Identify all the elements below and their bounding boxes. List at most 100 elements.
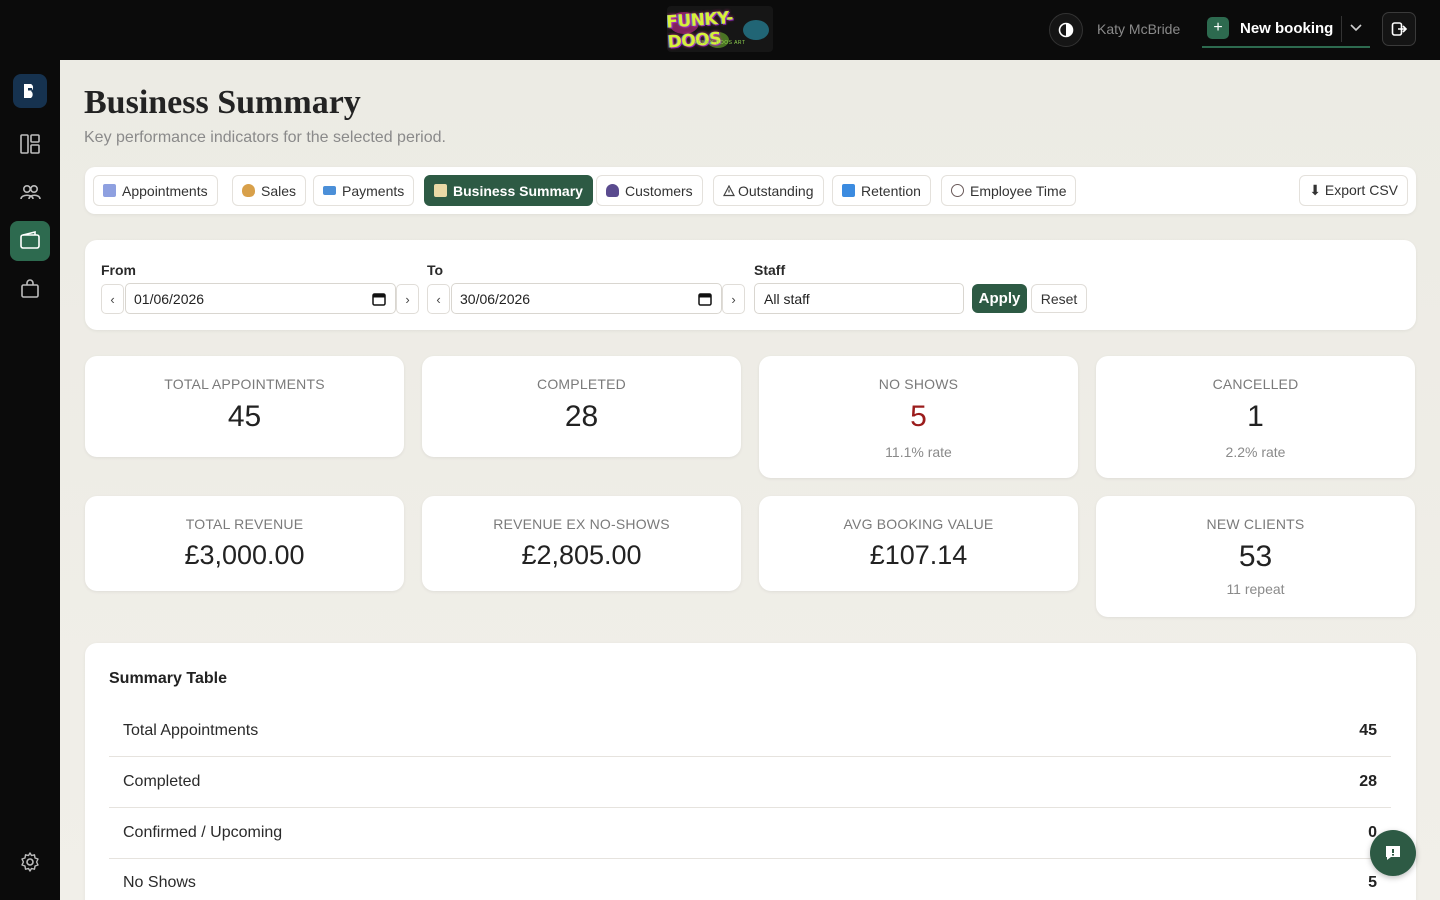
- plus-icon: +: [1207, 17, 1229, 39]
- row-value: 45: [1359, 722, 1377, 739]
- sidebar-item-reports[interactable]: [10, 221, 50, 261]
- sidebar-item-shop[interactable]: [10, 269, 50, 309]
- staff-select[interactable]: All staff: [754, 283, 964, 314]
- staff-label: Staff: [754, 262, 786, 278]
- chat-icon: [1386, 846, 1400, 860]
- tab-label: Employee Time: [970, 182, 1067, 199]
- row-value: 28: [1359, 773, 1377, 790]
- table-row: Completed 28: [109, 757, 1391, 808]
- top-bar: FUNKY-DOOS FUNKY DOOS ART Katy McBride +…: [0, 0, 1440, 60]
- from-date-input[interactable]: 01/06/2026: [125, 283, 396, 314]
- kpi-label: NEW CLIENTS: [1206, 516, 1305, 532]
- kpi-sub: 11 repeat: [1226, 581, 1285, 597]
- table-row: Confirmed / Upcoming 0: [109, 808, 1391, 859]
- row-value: 5: [1368, 874, 1377, 891]
- summary-table: Summary Table Total Appointments 45 Comp…: [85, 643, 1416, 900]
- report-tabs: Appointments Sales Payments Business Sum…: [85, 167, 1416, 214]
- money-bag-icon: [242, 184, 255, 197]
- tab-sales[interactable]: Sales: [232, 175, 307, 206]
- user-name[interactable]: Katy McBride: [1097, 21, 1180, 37]
- tab-appointments[interactable]: Appointments: [93, 175, 218, 206]
- tab-employee-time[interactable]: Employee Time: [941, 175, 1077, 206]
- sidebar-item-settings[interactable]: [10, 842, 50, 882]
- from-label: From: [101, 262, 136, 278]
- bar-chart-icon: [434, 184, 447, 197]
- tab-label: Payments: [342, 182, 405, 199]
- new-booking-button[interactable]: + New booking: [1202, 10, 1370, 48]
- kpi-total-revenue: TOTAL REVENUE £3,000.00: [85, 496, 404, 591]
- kpi-label: TOTAL APPOINTMENTS: [164, 376, 325, 392]
- clock-icon: [951, 184, 964, 197]
- kpi-cancelled: CANCELLED 1 2.2% rate: [1096, 356, 1415, 478]
- app-brand-icon[interactable]: [13, 74, 47, 108]
- export-csv-button[interactable]: ⬇ Export CSV: [1299, 175, 1408, 206]
- to-prev-button[interactable]: ‹: [427, 284, 450, 314]
- kpi-label: REVENUE EX NO-SHOWS: [493, 516, 670, 532]
- to-date-input[interactable]: 30/06/2026: [451, 283, 722, 314]
- kpi-completed: COMPLETED 28: [422, 356, 741, 457]
- kpi-label: CANCELLED: [1212, 376, 1299, 392]
- tab-payments[interactable]: Payments: [313, 175, 415, 206]
- theme-toggle-button[interactable]: [1049, 13, 1083, 47]
- brand-logo[interactable]: FUNKY-DOOS FUNKY DOOS ART: [667, 6, 773, 52]
- kpi-label: TOTAL REVENUE: [185, 516, 304, 532]
- to-next-button[interactable]: ›: [722, 284, 745, 314]
- logout-icon: [1391, 22, 1408, 36]
- main-content: Business Summary Key performance indicat…: [60, 60, 1440, 900]
- summary-table-title: Summary Table: [109, 670, 227, 687]
- sidebar-item-dashboard[interactable]: [10, 124, 50, 164]
- staff-select-value: All staff: [764, 290, 810, 307]
- tab-label: Retention: [861, 182, 921, 199]
- chevron-down-icon[interactable]: [1348, 19, 1364, 35]
- tab-retention[interactable]: Retention: [832, 175, 931, 206]
- row-label: No Shows: [123, 874, 196, 891]
- kpi-sub: 11.1% rate: [885, 444, 952, 460]
- tab-outstanding[interactable]: Outstanding: [713, 175, 824, 206]
- kpi-value: 53: [1238, 540, 1273, 573]
- calendar-picker-icon[interactable]: [698, 292, 712, 306]
- page-title: Business Summary: [84, 84, 361, 121]
- divider: [1341, 16, 1342, 42]
- page-subtitle: Key performance indicators for the selec…: [84, 129, 446, 146]
- kpi-label: COMPLETED: [537, 376, 626, 392]
- kpi-value: £3,000.00: [184, 540, 305, 570]
- kpi-value: 45: [227, 400, 262, 433]
- kpi-no-shows: NO SHOWS 5 11.1% rate: [759, 356, 1078, 478]
- kpi-new-clients: NEW CLIENTS 53 11 repeat: [1096, 496, 1415, 617]
- sidebar: [0, 60, 60, 900]
- tab-label: Outstanding: [738, 182, 814, 199]
- kpi-sub: 2.2% rate: [1225, 444, 1286, 460]
- credit-card-icon: [323, 186, 336, 195]
- users-icon: [20, 185, 41, 200]
- chat-button[interactable]: [1370, 830, 1416, 876]
- from-date-value: 01/06/2026: [134, 290, 205, 307]
- row-label: Confirmed / Upcoming: [123, 824, 283, 841]
- sidebar-item-clients[interactable]: [10, 172, 50, 212]
- tab-label: Sales: [261, 182, 297, 199]
- row-label: Completed: [123, 773, 201, 790]
- tab-business-summary[interactable]: Business Summary: [424, 175, 593, 206]
- from-next-button[interactable]: ›: [396, 284, 419, 314]
- apply-button[interactable]: Apply: [972, 284, 1027, 313]
- kpi-avg-booking-value: AVG BOOKING VALUE £107.14: [759, 496, 1078, 591]
- row-label: Total Appointments: [123, 722, 259, 739]
- table-row: Total Appointments 45: [109, 706, 1391, 757]
- table-row: No Shows 5: [109, 858, 1391, 900]
- kpi-label: AVG BOOKING VALUE: [843, 516, 994, 532]
- logout-button[interactable]: [1382, 12, 1416, 46]
- kpi-total-appointments: TOTAL APPOINTMENTS 45: [85, 356, 404, 457]
- new-booking-label: New booking: [1240, 19, 1334, 37]
- tab-label: Customers: [625, 182, 693, 199]
- kpi-label: NO SHOWS: [878, 376, 959, 392]
- refresh-icon: [842, 184, 855, 197]
- date-filter-panel: From ‹ 01/06/2026 › To ‹ 30/06/2026 › St…: [85, 240, 1416, 330]
- b-logo-icon: [24, 84, 34, 98]
- tab-customers[interactable]: Customers: [596, 175, 703, 206]
- calendar-icon: [103, 184, 116, 197]
- from-prev-button[interactable]: ‹: [101, 284, 124, 314]
- reset-button[interactable]: Reset: [1031, 284, 1087, 313]
- layout-icon: [20, 134, 40, 154]
- logo-subtext: FUNKY DOOS ART: [694, 40, 746, 46]
- calendar-picker-icon[interactable]: [372, 292, 386, 306]
- contrast-icon: [1058, 22, 1074, 38]
